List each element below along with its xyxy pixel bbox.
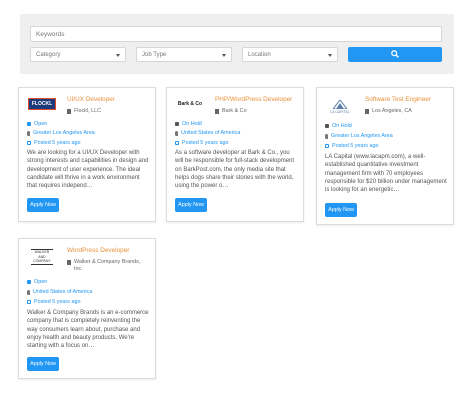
apply-now-button[interactable]: Apply Now	[325, 203, 357, 217]
category-select[interactable]: Category	[30, 47, 126, 62]
job-status: Open	[27, 279, 47, 285]
job-card: WALKER AND COMPANY WordPress Developer W…	[18, 238, 156, 379]
la-capital-logo-icon	[333, 100, 347, 109]
briefcase-icon	[27, 122, 31, 126]
job-description: Walker & Company Brands is an e-commerce…	[27, 310, 149, 350]
chevron-down-icon	[328, 54, 332, 57]
job-status: On Hold	[325, 123, 352, 129]
job-location-link[interactable]: United States of America	[27, 289, 92, 295]
posted-date: Posted 5 years ago	[27, 299, 80, 305]
map-pin-icon	[27, 130, 30, 136]
chevron-down-icon	[116, 54, 120, 57]
building-icon	[67, 109, 71, 114]
map-pin-icon	[175, 130, 178, 136]
company-name: Bark & Co	[215, 108, 247, 114]
briefcase-icon	[325, 124, 329, 128]
calendar-icon	[175, 141, 179, 145]
job-card: FLOCKL UI/UX Developer Flockl, LLC Open …	[18, 87, 156, 222]
building-icon	[365, 109, 369, 114]
search-button[interactable]	[348, 47, 442, 62]
apply-now-button[interactable]: Apply Now	[27, 357, 59, 371]
apply-now-button[interactable]: Apply Now	[27, 198, 59, 212]
company-name: Flockl, LLC	[67, 108, 101, 114]
posted-date: Posted 5 years ago	[175, 140, 228, 146]
job-title-link[interactable]: WordPress Developer	[67, 247, 129, 254]
posted-date: Posted 5 years ago	[325, 143, 378, 149]
job-type-select[interactable]: Job Type	[136, 47, 232, 62]
chevron-down-icon	[222, 54, 226, 57]
job-location-link[interactable]: Greater Los Angeles Area	[325, 133, 393, 139]
apply-now-button[interactable]: Apply Now	[175, 198, 207, 212]
job-status: On Hold	[175, 121, 202, 127]
job-title-link[interactable]: UI/UX Developer	[67, 96, 115, 103]
map-pin-icon	[325, 133, 328, 139]
map-pin-icon	[27, 289, 30, 295]
job-type-select-label: Job Type	[142, 51, 167, 58]
job-card: LA CAPITAL Software Test Engineer Los An…	[316, 87, 454, 225]
job-location-link[interactable]: Greater Los Angeles Area	[27, 130, 95, 136]
company-name: Walker & Company Brands, Inc.	[67, 259, 149, 273]
job-title-link[interactable]: PHP/WordPress Developer	[215, 96, 292, 103]
job-description: We are looking for a UI/UX Developer wit…	[27, 150, 149, 190]
briefcase-icon	[175, 122, 179, 126]
building-icon	[67, 260, 71, 265]
company-logo: WALKER AND COMPANY	[27, 247, 57, 267]
company-logo: LA CAPITAL	[325, 96, 355, 118]
building-icon	[215, 109, 219, 114]
briefcase-icon	[27, 280, 31, 284]
keywords-input[interactable]: Keywords	[30, 26, 442, 42]
job-status: Open	[27, 121, 47, 127]
posted-date: Posted 5 years ago	[27, 140, 80, 146]
calendar-icon	[27, 141, 31, 145]
company-logo: Bark & Co	[177, 101, 203, 107]
job-description: LA Capital (www.lacapm.com), a well-esta…	[325, 154, 447, 194]
search-icon	[391, 50, 399, 58]
category-select-label: Category	[36, 51, 61, 58]
company-logo: FLOCKL	[27, 96, 57, 112]
location-select[interactable]: Location	[242, 47, 338, 62]
job-title-link[interactable]: Software Test Engineer	[365, 96, 431, 103]
location-select-label: Location	[248, 51, 271, 58]
job-search-panel: Keywords Category Job Type Location	[20, 14, 454, 74]
job-description: As a software developer at Bark & Co., y…	[175, 150, 295, 190]
company-name: Los Angeles, CA	[365, 108, 412, 114]
calendar-icon	[27, 300, 31, 304]
job-location-link[interactable]: United States of America	[175, 130, 240, 136]
job-card: Bark & Co PHP/WordPress Developer Bark &…	[166, 87, 304, 222]
calendar-icon	[325, 144, 329, 148]
